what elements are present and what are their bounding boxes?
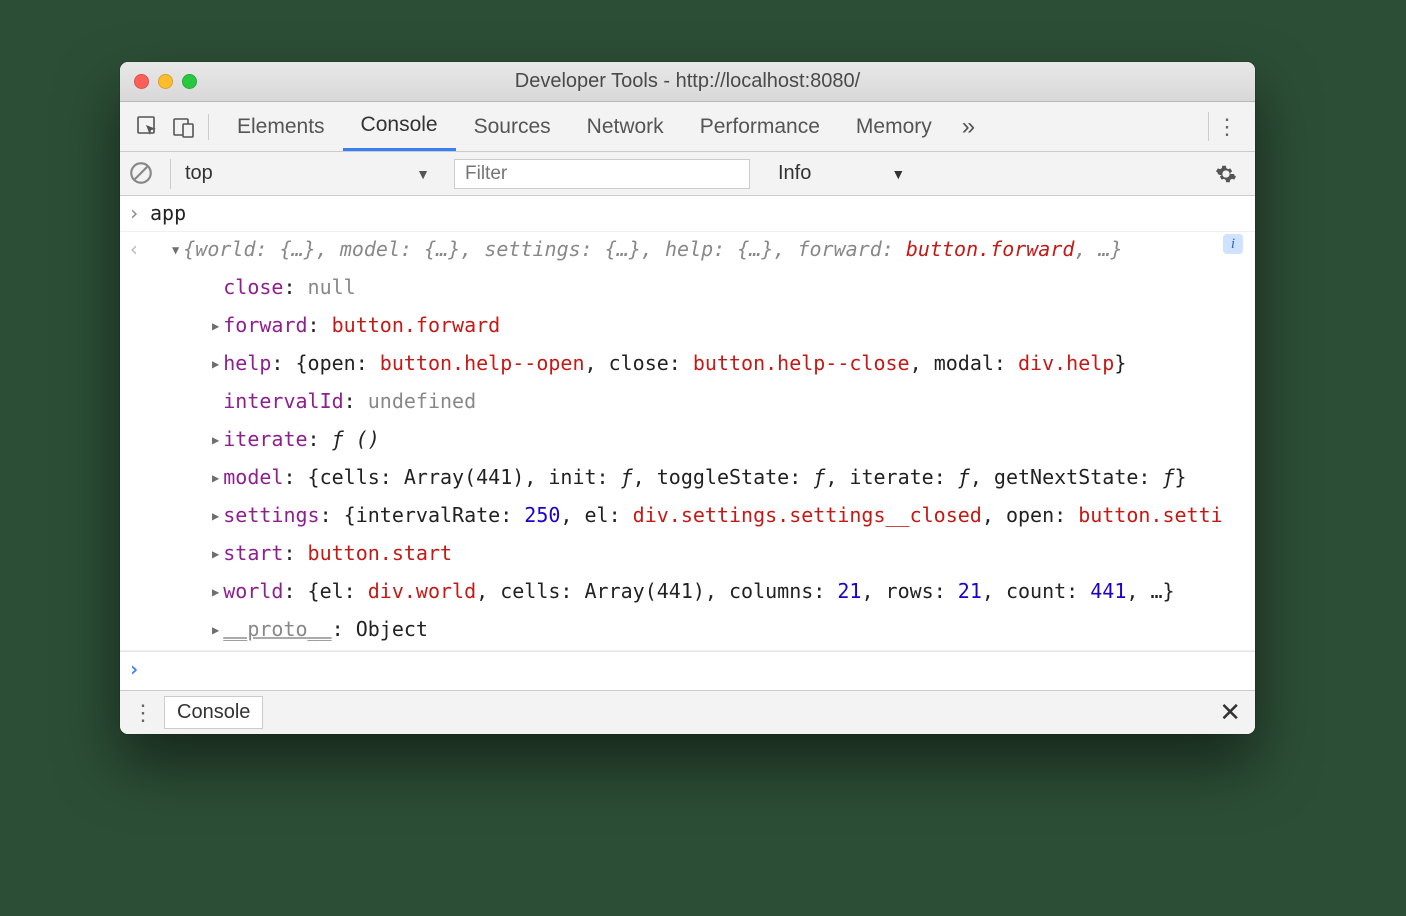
expand-caret-icon[interactable] — [212, 503, 223, 527]
object-property[interactable]: iterate: ƒ () — [120, 422, 1255, 460]
console-object-summary[interactable]: ‹ {world: {…}, model: {…}, settings: {…}… — [120, 232, 1255, 270]
console-toolbar: top ▼ Info ▼ — [120, 152, 1255, 196]
object-property[interactable]: world: {el: div.world, cells: Array(441)… — [120, 574, 1255, 612]
expand-caret-icon[interactable] — [212, 351, 223, 375]
tab-sources[interactable]: Sources — [456, 102, 569, 151]
expand-caret-icon[interactable] — [212, 427, 223, 451]
expand-caret-icon[interactable] — [212, 313, 223, 337]
object-property[interactable]: __proto__: Object — [120, 612, 1255, 651]
object-property[interactable]: close: null — [120, 270, 1255, 308]
devtools-menu-button[interactable]: ⋮ — [1209, 114, 1245, 140]
console-input-text: app — [150, 198, 1247, 229]
titlebar: Developer Tools - http://localhost:8080/ — [120, 62, 1255, 102]
drawer-menu-button[interactable]: ⋮ — [130, 700, 156, 726]
chevron-down-icon: ▼ — [891, 166, 905, 182]
tab-elements[interactable]: Elements — [219, 102, 343, 151]
clear-console-icon[interactable] — [128, 160, 156, 188]
object-property[interactable]: start: button.start — [120, 536, 1255, 574]
panel-tabbar: Elements Console Sources Network Perform… — [120, 102, 1255, 152]
log-level-select[interactable]: Info ▼ — [764, 162, 905, 185]
object-property[interactable]: forward: button.forward — [120, 308, 1255, 346]
prompt-marker-icon: › — [128, 654, 150, 685]
console-input-echo: › app — [120, 196, 1255, 232]
tab-network[interactable]: Network — [569, 102, 682, 151]
expand-caret-icon[interactable] — [172, 237, 183, 261]
filter-input[interactable] — [454, 159, 750, 189]
log-level-value: Info — [778, 162, 811, 185]
tab-performance[interactable]: Performance — [682, 102, 838, 151]
tab-memory[interactable]: Memory — [838, 102, 950, 151]
expand-caret-icon[interactable] — [212, 617, 223, 641]
output-marker-icon: ‹ — [128, 234, 150, 268]
inspect-element-icon[interactable] — [130, 102, 166, 151]
object-property[interactable]: help: {open: button.help--open, close: b… — [120, 346, 1255, 384]
context-select[interactable]: top ▼ — [170, 159, 440, 189]
devtools-window: Developer Tools - http://localhost:8080/… — [120, 62, 1255, 734]
expand-caret-icon[interactable] — [212, 579, 223, 603]
console-prompt[interactable]: › — [120, 651, 1255, 687]
device-toolbar-icon[interactable] — [166, 102, 202, 151]
object-property[interactable]: model: {cells: Array(441), init: ƒ, togg… — [120, 460, 1255, 498]
info-badge-icon[interactable]: i — [1223, 234, 1243, 254]
object-property[interactable]: settings: {intervalRate: 250, el: div.se… — [120, 498, 1255, 536]
drawer-close-icon[interactable]: ✕ — [1219, 697, 1245, 728]
expand-caret-icon[interactable] — [212, 541, 223, 565]
object-property[interactable]: intervalId: undefined — [120, 384, 1255, 422]
drawer-tab-console[interactable]: Console — [164, 696, 263, 729]
input-marker-icon: › — [128, 198, 150, 229]
tabs-overflow-button[interactable]: » — [950, 113, 987, 141]
chevron-down-icon: ▼ — [416, 166, 430, 182]
console-output: › app ‹ {world: {…}, model: {…}, setting… — [120, 196, 1255, 690]
drawer: ⋮ Console ✕ — [120, 690, 1255, 734]
expand-caret-icon[interactable] — [212, 465, 223, 489]
tab-console[interactable]: Console — [343, 102, 456, 151]
console-settings-icon[interactable] — [1215, 163, 1247, 185]
context-select-value: top — [185, 162, 213, 185]
window-title: Developer Tools - http://localhost:8080/ — [120, 70, 1255, 93]
